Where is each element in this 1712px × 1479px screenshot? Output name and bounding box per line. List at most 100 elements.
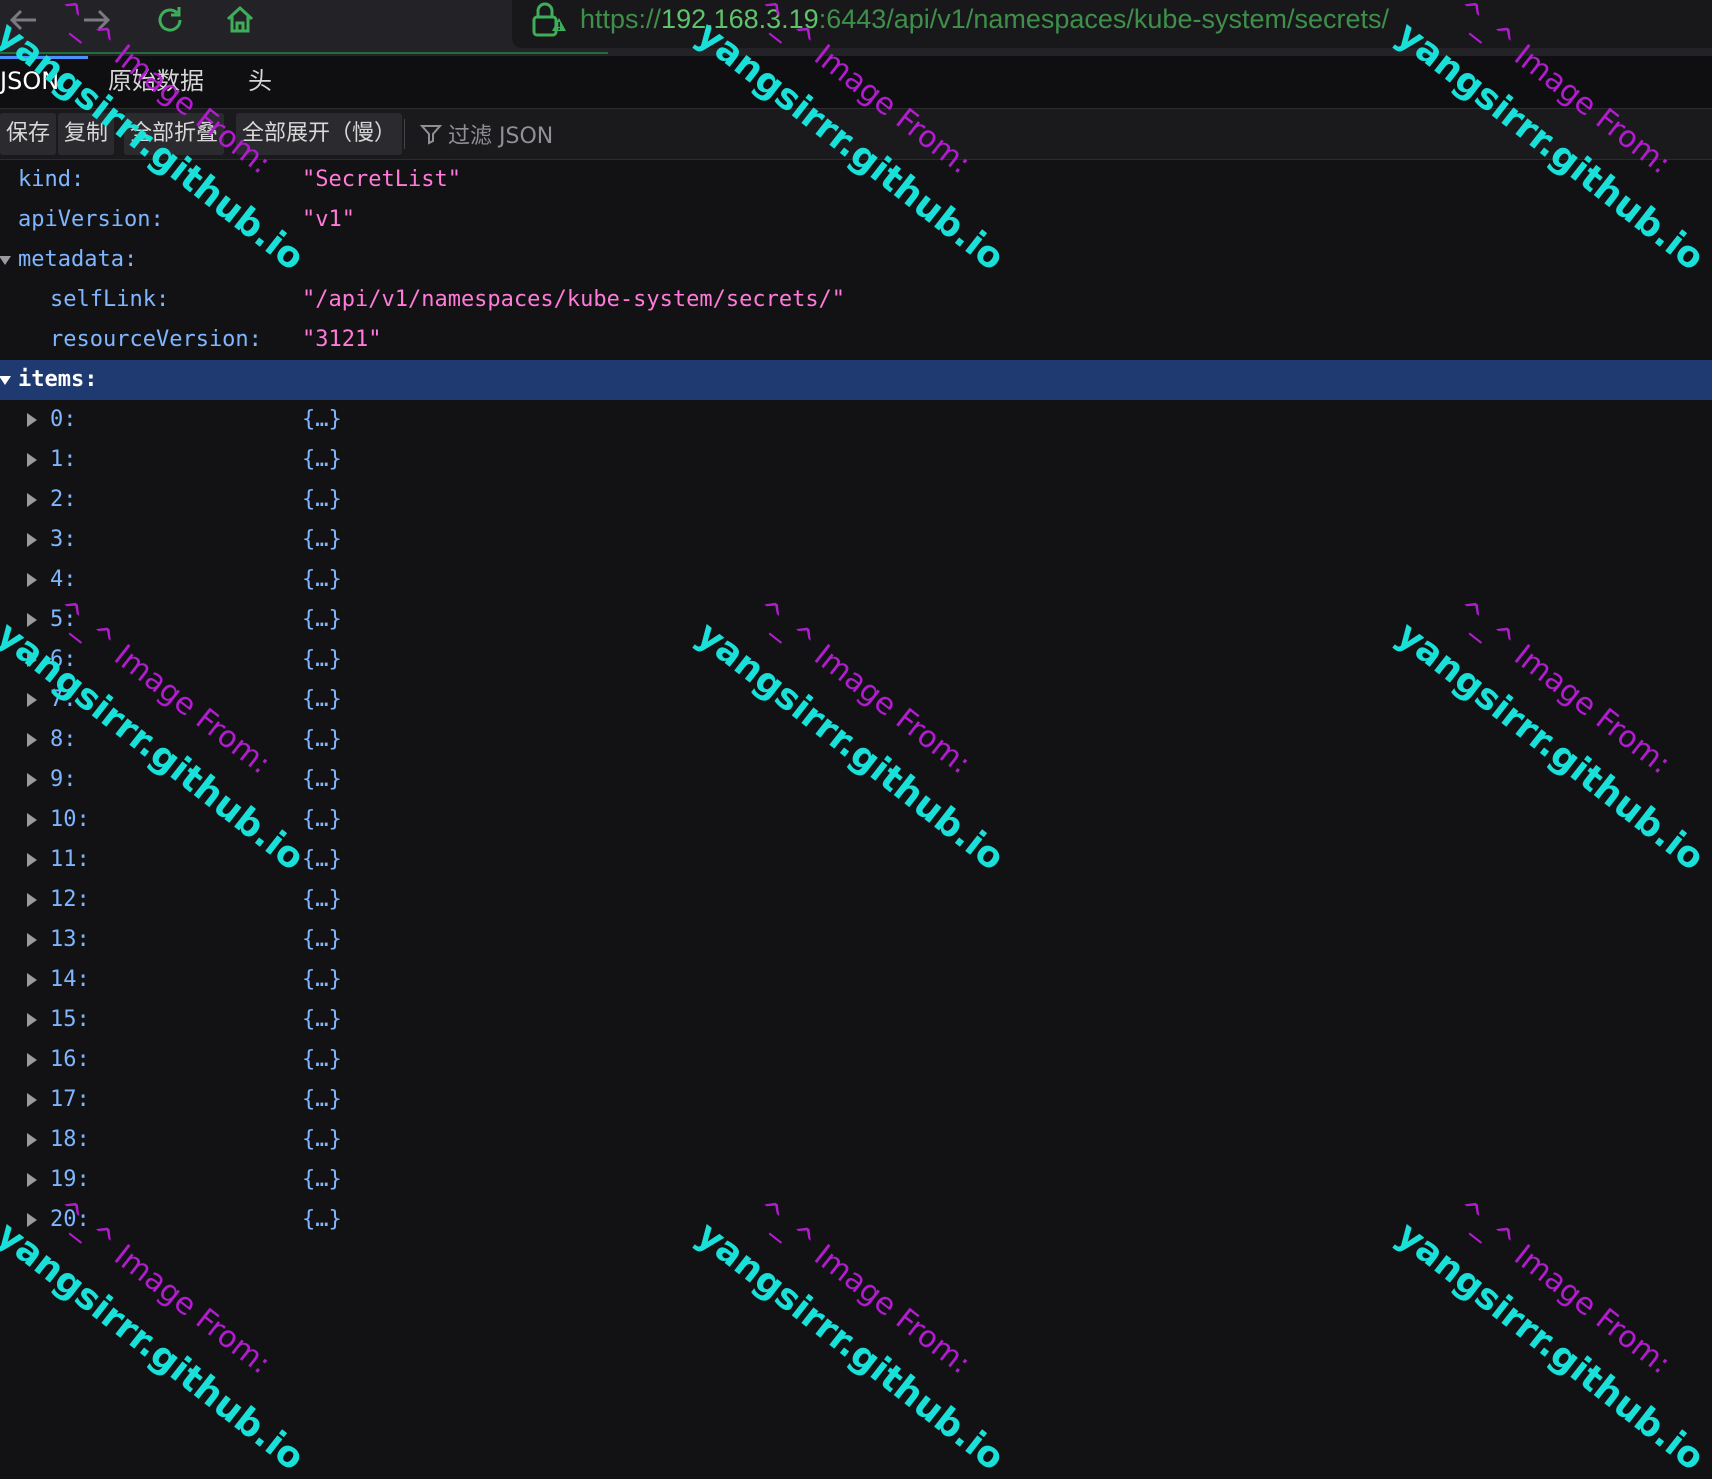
watermark-line2: yangsirrr.github.io bbox=[0, 1214, 312, 1479]
json-value: {…} bbox=[302, 647, 342, 672]
tab-json[interactable]: JSON bbox=[0, 66, 59, 96]
reload-button[interactable] bbox=[150, 2, 190, 38]
expanded-triangle-icon[interactable] bbox=[0, 360, 13, 400]
filter-funnel-icon bbox=[420, 125, 442, 145]
collapsed-triangle-icon[interactable] bbox=[24, 760, 40, 800]
collapsed-triangle-icon[interactable] bbox=[24, 920, 40, 960]
json-value: {…} bbox=[302, 807, 342, 832]
json-item-row[interactable]: 3: {…} bbox=[0, 520, 1712, 560]
json-item-row[interactable]: 6: {…} bbox=[0, 640, 1712, 680]
json-tree: kind: "SecretList" apiVersion: "v1" meta… bbox=[0, 160, 1712, 1240]
json-item-row[interactable]: 4: {…} bbox=[0, 560, 1712, 600]
save-button[interactable]: 保存 bbox=[0, 113, 57, 155]
json-item-row[interactable]: 11: {…} bbox=[0, 840, 1712, 880]
json-item-row[interactable]: 20: {…} bbox=[0, 1200, 1712, 1240]
json-item-row[interactable]: 1: {…} bbox=[0, 440, 1712, 480]
json-item-row[interactable]: 18: {…} bbox=[0, 1120, 1712, 1160]
filter-json-input[interactable]: 过滤 JSON bbox=[420, 113, 553, 155]
json-item-row[interactable]: 7: {…} bbox=[0, 680, 1712, 720]
url-prefix: https:// bbox=[580, 4, 662, 34]
json-key: 15: bbox=[50, 1007, 90, 1032]
json-value: {…} bbox=[302, 887, 342, 912]
json-key: 9: bbox=[50, 767, 77, 792]
collapsed-triangle-icon[interactable] bbox=[24, 600, 40, 640]
json-toolbar: 保存 复制 全部折叠 全部展开（慢） 过滤 JSON bbox=[0, 109, 1712, 160]
watermark-line2: yangsirrr.github.io bbox=[1388, 1214, 1712, 1479]
collapsed-triangle-icon[interactable] bbox=[24, 800, 40, 840]
json-row-metadata[interactable]: metadata: bbox=[0, 240, 1712, 280]
json-item-row[interactable]: 10: {…} bbox=[0, 800, 1712, 840]
json-value: "3121" bbox=[302, 327, 382, 352]
json-row-kind[interactable]: kind: "SecretList" bbox=[0, 160, 1712, 200]
json-value: {…} bbox=[302, 1127, 342, 1152]
collapsed-triangle-icon[interactable] bbox=[24, 960, 40, 1000]
watermark-line2: yangsirrr.github.io bbox=[688, 1214, 1012, 1479]
forward-arrow-icon bbox=[84, 9, 111, 31]
copy-button[interactable]: 复制 bbox=[58, 113, 115, 155]
insecure-lock-icon[interactable] bbox=[528, 2, 568, 43]
json-item-row[interactable]: 17: {…} bbox=[0, 1080, 1712, 1120]
collapsed-triangle-icon[interactable] bbox=[24, 880, 40, 920]
json-value: {…} bbox=[302, 967, 342, 992]
json-key: kind: bbox=[18, 167, 85, 192]
back-button[interactable] bbox=[4, 2, 44, 38]
json-key: 13: bbox=[50, 927, 90, 952]
json-key: resourceVersion: bbox=[50, 327, 262, 352]
collapsed-triangle-icon[interactable] bbox=[24, 400, 40, 440]
json-item-row[interactable]: 12: {…} bbox=[0, 880, 1712, 920]
json-key: 12: bbox=[50, 887, 90, 912]
reload-icon bbox=[158, 7, 182, 32]
json-item-row[interactable]: 0: {…} bbox=[0, 400, 1712, 440]
collapsed-triangle-icon[interactable] bbox=[24, 720, 40, 760]
expanded-triangle-icon[interactable] bbox=[0, 240, 13, 280]
collapsed-triangle-icon[interactable] bbox=[24, 520, 40, 560]
collapsed-triangle-icon[interactable] bbox=[24, 680, 40, 720]
address-bar[interactable]: https://192.168.3.19:6443/api/v1/namespa… bbox=[512, 0, 1712, 48]
json-item-row[interactable]: 9: {…} bbox=[0, 760, 1712, 800]
collapse-all-button[interactable]: 全部折叠 bbox=[124, 113, 225, 155]
json-value: {…} bbox=[302, 687, 342, 712]
json-key: 4: bbox=[50, 567, 77, 592]
json-value: {…} bbox=[302, 927, 342, 952]
collapsed-triangle-icon[interactable] bbox=[24, 1200, 40, 1240]
collapsed-triangle-icon[interactable] bbox=[24, 440, 40, 480]
json-key: 18: bbox=[50, 1127, 90, 1152]
json-row-resourceversion[interactable]: resourceVersion: "3121" bbox=[0, 320, 1712, 360]
json-value: {…} bbox=[302, 847, 342, 872]
json-row-selflink[interactable]: selfLink: "/api/v1/namespaces/kube-syste… bbox=[0, 280, 1712, 320]
collapsed-triangle-icon[interactable] bbox=[24, 640, 40, 680]
json-item-row[interactable]: 8: {…} bbox=[0, 720, 1712, 760]
json-value: "SecretList" bbox=[302, 167, 461, 192]
collapsed-triangle-icon[interactable] bbox=[24, 1040, 40, 1080]
collapsed-triangle-icon[interactable] bbox=[24, 480, 40, 520]
json-item-row[interactable]: 2: {…} bbox=[0, 480, 1712, 520]
json-item-row[interactable]: 14: {…} bbox=[0, 960, 1712, 1000]
json-item-row[interactable]: 5: {…} bbox=[0, 600, 1712, 640]
json-value: {…} bbox=[302, 567, 342, 592]
home-icon bbox=[226, 5, 254, 33]
json-row-items[interactable]: items: bbox=[0, 360, 1712, 400]
json-value: {…} bbox=[302, 527, 342, 552]
json-key: 5: bbox=[50, 607, 77, 632]
collapsed-triangle-icon[interactable] bbox=[24, 1080, 40, 1120]
expand-all-button[interactable]: 全部展开（慢） bbox=[236, 113, 403, 155]
json-item-row[interactable]: 15: {…} bbox=[0, 1000, 1712, 1040]
url-text[interactable]: https://192.168.3.19:6443/api/v1/namespa… bbox=[580, 2, 1389, 36]
tab-raw-data[interactable]: 原始数据 bbox=[108, 66, 204, 96]
json-row-apiversion[interactable]: apiVersion: "v1" bbox=[0, 200, 1712, 240]
collapsed-triangle-icon[interactable] bbox=[24, 1160, 40, 1200]
collapsed-triangle-icon[interactable] bbox=[24, 1000, 40, 1040]
forward-button[interactable] bbox=[76, 2, 116, 38]
json-key: 14: bbox=[50, 967, 90, 992]
json-item-row[interactable]: 16: {…} bbox=[0, 1040, 1712, 1080]
json-value: {…} bbox=[302, 407, 342, 432]
json-key: apiVersion: bbox=[18, 207, 164, 232]
collapsed-triangle-icon[interactable] bbox=[24, 1120, 40, 1160]
tab-headers[interactable]: 头 bbox=[248, 66, 272, 96]
home-button[interactable] bbox=[220, 2, 260, 38]
collapsed-triangle-icon[interactable] bbox=[24, 840, 40, 880]
json-key: 7: bbox=[50, 687, 77, 712]
collapsed-triangle-icon[interactable] bbox=[24, 560, 40, 600]
json-item-row[interactable]: 19: {…} bbox=[0, 1160, 1712, 1200]
json-item-row[interactable]: 13: {…} bbox=[0, 920, 1712, 960]
